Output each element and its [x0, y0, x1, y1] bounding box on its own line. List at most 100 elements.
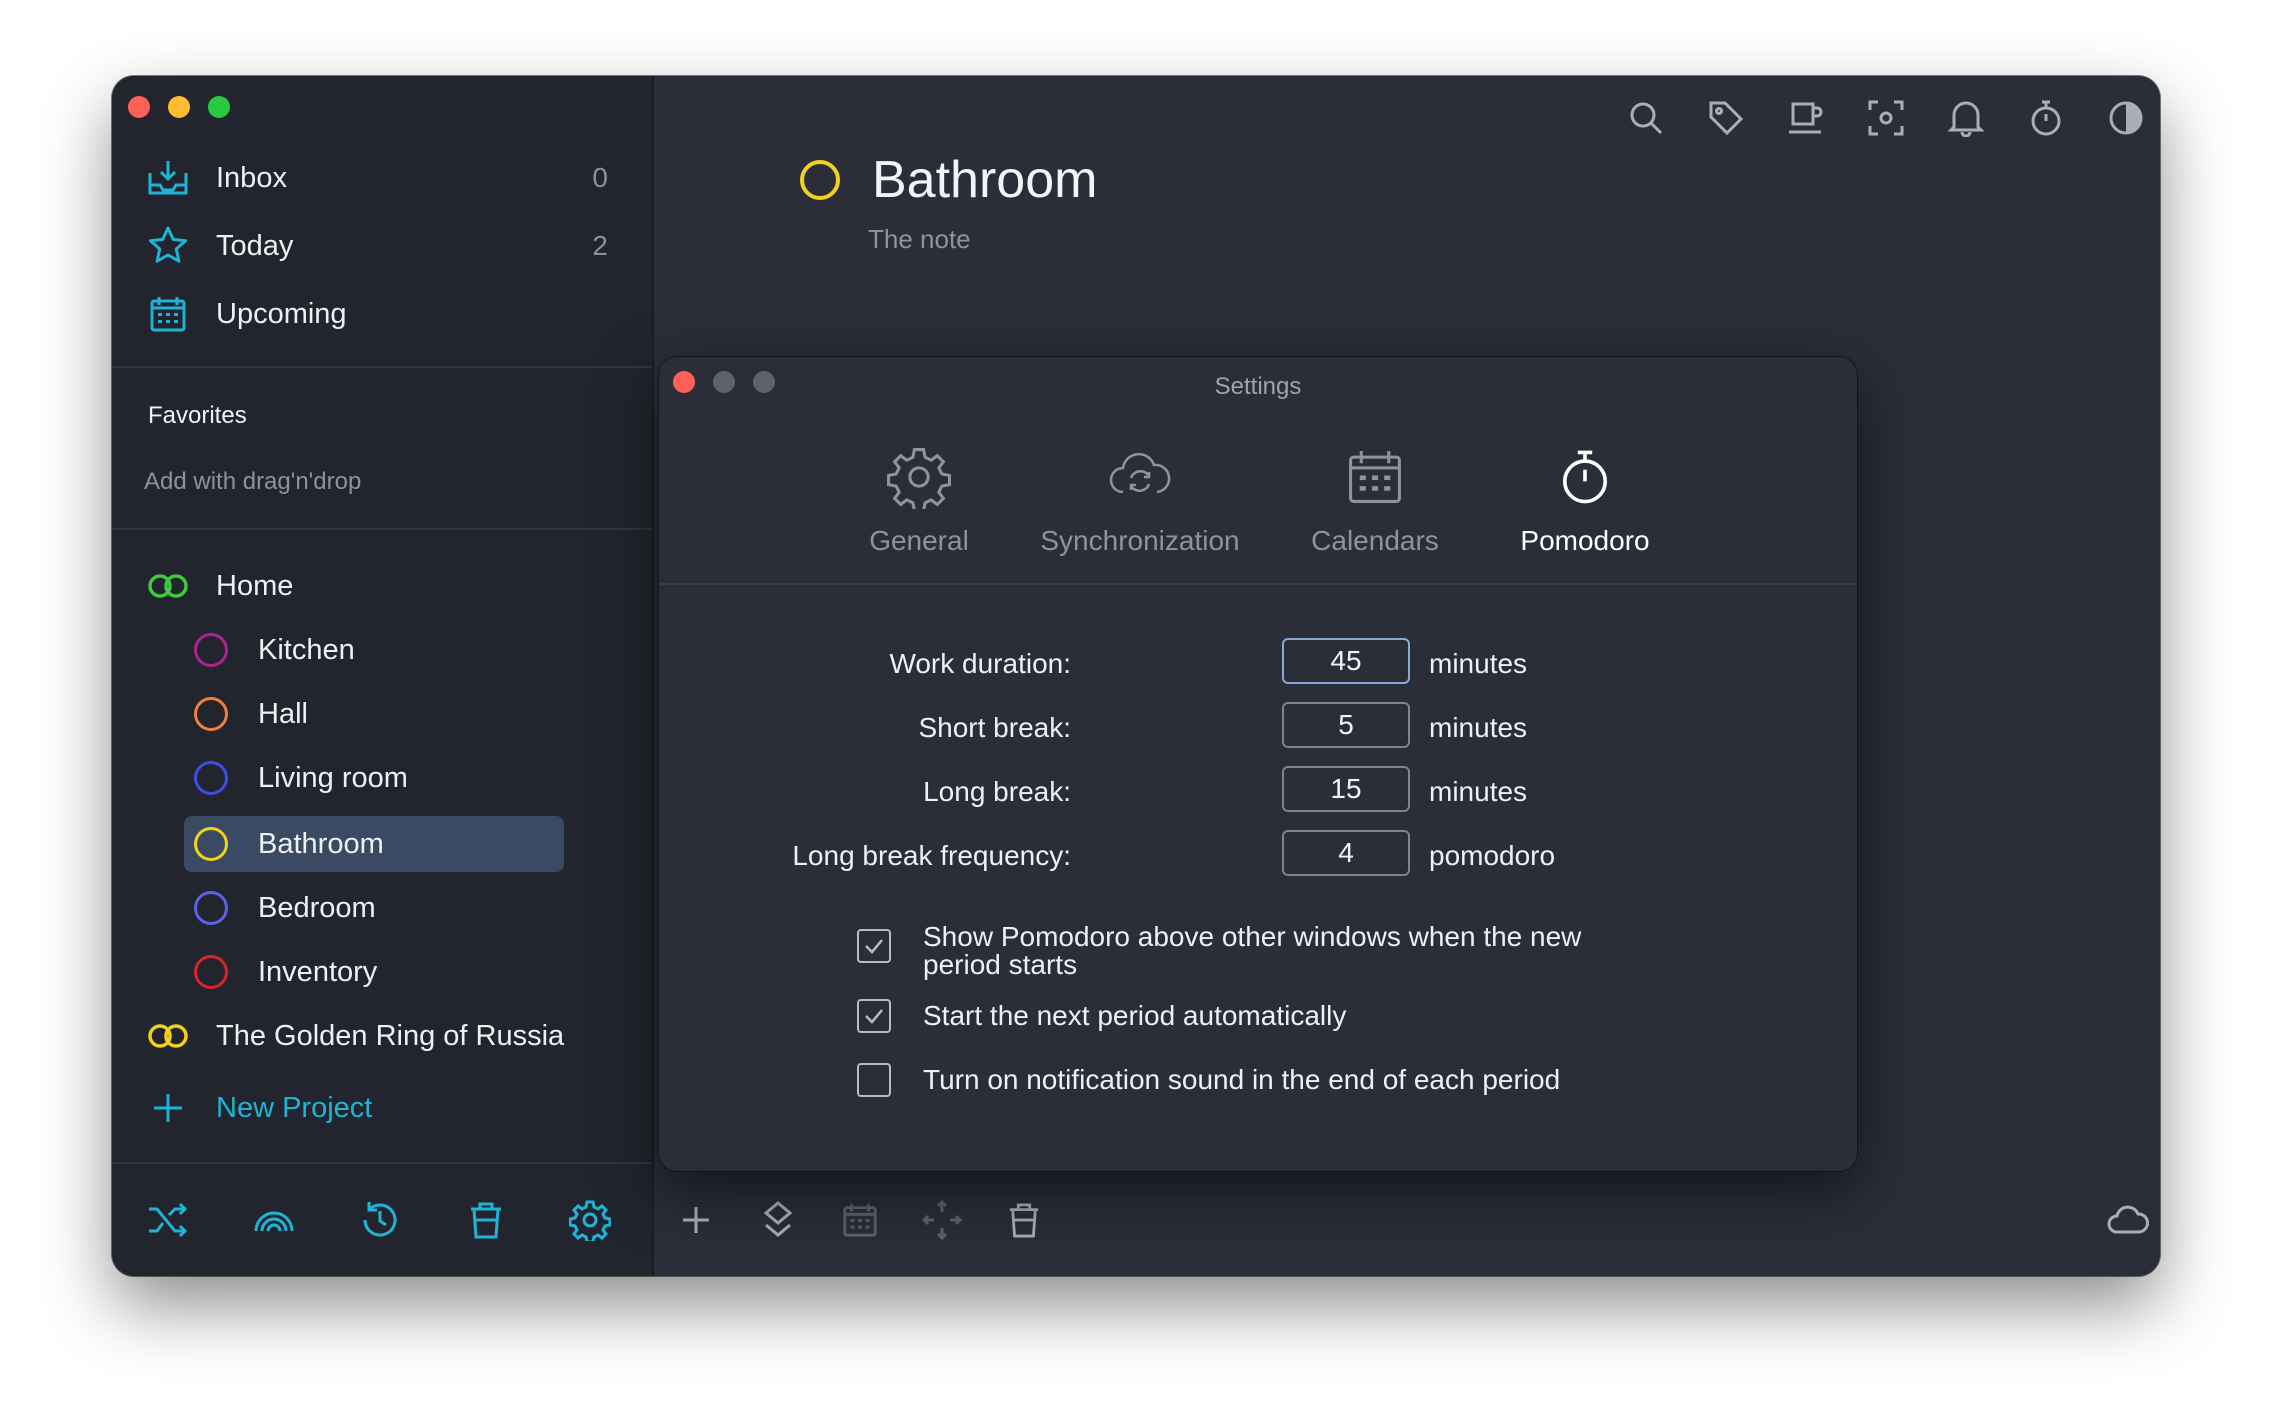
project-label: Bedroom: [258, 891, 376, 924]
cloud-icon[interactable]: [2106, 1198, 2150, 1242]
cloud-sync-icon: [1040, 437, 1240, 517]
move-icon[interactable]: [756, 1198, 800, 1242]
plus-icon[interactable]: [674, 1198, 718, 1242]
area-rings-icon: [146, 1023, 190, 1049]
star-icon: [146, 224, 190, 268]
notification-sound-label[interactable]: Turn on notification sound in the end of…: [923, 1066, 1643, 1097]
gear-icon: [819, 437, 1019, 517]
close-window-button[interactable]: [128, 96, 150, 118]
inbox-icon: [146, 156, 190, 200]
sidebar-divider: [112, 366, 652, 368]
project-label: The Golden Ring of Russia: [216, 1019, 565, 1052]
area-rings-icon: [146, 573, 190, 599]
rainbow-icon[interactable]: [252, 1198, 296, 1242]
calendar-icon: [1275, 437, 1475, 517]
tab-label: Pomodoro: [1520, 525, 1650, 556]
calendar-icon: [146, 292, 190, 336]
task-status-circle[interactable]: [800, 160, 840, 200]
sidebar-item-label: Upcoming: [216, 297, 347, 330]
tab-general[interactable]: General: [819, 437, 1019, 557]
project-label: Kitchen: [258, 633, 355, 666]
sidebar-item-inventory[interactable]: Inventory: [194, 944, 377, 1000]
auto-start-row: Start the next period automatically: [857, 999, 1643, 1033]
tab-calendars[interactable]: Calendars: [1275, 437, 1475, 557]
checkmark-icon: [865, 939, 883, 954]
trash-icon[interactable]: [1002, 1198, 1046, 1242]
auto-start-label[interactable]: Start the next period automatically: [923, 1002, 1643, 1033]
sidebar-item-living-room[interactable]: Living room: [194, 750, 408, 806]
long-break-frequency-input[interactable]: [1282, 830, 1410, 876]
tab-label: General: [869, 525, 969, 556]
new-project-button[interactable]: New Project: [146, 1080, 372, 1136]
dialog-title: Settings: [1214, 373, 1302, 400]
sidebar-item-kitchen[interactable]: Kitchen: [194, 622, 355, 678]
sidebar: Inbox 0 Today 2 Upcoming Favorites Add w: [112, 76, 654, 1276]
history-icon[interactable]: [358, 1198, 402, 1242]
sidebar-divider: [112, 528, 652, 530]
favorites-hint: Add with drag'n'drop: [144, 468, 362, 495]
sidebar-item-upcoming[interactable]: Upcoming: [146, 284, 646, 344]
work-duration-label: Work duration:: [889, 648, 1071, 679]
calendar-icon[interactable]: [838, 1198, 882, 1242]
sidebar-item-today[interactable]: Today 2: [146, 216, 646, 276]
short-break-unit: minutes: [1429, 712, 1528, 743]
sidebar-item-inbox[interactable]: Inbox 0: [146, 148, 646, 208]
zoom-window-button[interactable]: [208, 96, 230, 118]
coffee-cup-icon[interactable]: [1784, 96, 1828, 140]
favorites-title: Favorites: [148, 402, 247, 429]
long-break-unit: minutes: [1429, 776, 1528, 807]
tab-label: Calendars: [1311, 525, 1439, 556]
show-above-windows-checkbox[interactable]: [857, 929, 891, 963]
shuffle-icon[interactable]: [146, 1198, 190, 1242]
sidebar-toolbar: [112, 1162, 652, 1276]
bell-icon[interactable]: [1944, 96, 1988, 140]
show-above-windows-label[interactable]: Show Pomodoro above other windows when t…: [923, 923, 1643, 979]
short-break-row: Short break: minutes: [659, 702, 1857, 750]
short-break-input[interactable]: [1282, 702, 1410, 748]
project-circle-icon: [194, 633, 228, 667]
tag-icon[interactable]: [1704, 96, 1748, 140]
project-circle-icon: [194, 697, 228, 731]
auto-start-checkbox[interactable]: [857, 999, 891, 1033]
search-icon[interactable]: [1624, 96, 1668, 140]
sidebar-item-bathroom[interactable]: Bathroom: [194, 816, 384, 872]
new-project-label: New Project: [216, 1091, 373, 1124]
sidebar-item-hall[interactable]: Hall: [194, 686, 308, 742]
long-break-input[interactable]: [1282, 766, 1410, 812]
task-note[interactable]: The note: [868, 224, 971, 255]
trash-icon[interactable]: [464, 1198, 508, 1242]
tab-pomodoro[interactable]: Pomodoro: [1485, 437, 1685, 557]
arrows-expand-icon[interactable]: [920, 1198, 964, 1242]
project-label: Home: [216, 569, 294, 602]
sidebar-item-golden-ring[interactable]: The Golden Ring of Russia: [146, 1008, 564, 1064]
contrast-icon[interactable]: [2104, 96, 2148, 140]
tab-synchronization[interactable]: Synchronization: [1040, 437, 1240, 557]
project-circle-icon: [194, 827, 228, 861]
notification-sound-checkbox[interactable]: [857, 1063, 891, 1097]
sidebar-item-bedroom[interactable]: Bedroom: [194, 880, 376, 936]
minimize-window-button[interactable]: [168, 96, 190, 118]
work-duration-row: Work duration: minutes: [659, 638, 1857, 686]
task-title[interactable]: Bathroom: [872, 150, 1097, 210]
stopwatch-icon[interactable]: [2024, 96, 2068, 140]
today-count: 2: [592, 230, 608, 261]
sidebar-item-home[interactable]: Home: [146, 558, 293, 614]
gear-icon[interactable]: [568, 1198, 612, 1242]
short-break-label: Short break:: [918, 712, 1071, 743]
sidebar-item-label: Inbox: [216, 161, 287, 194]
focus-icon[interactable]: [1864, 96, 1908, 140]
work-duration-unit: minutes: [1429, 648, 1528, 679]
plus-icon: [146, 1092, 190, 1124]
long-break-label: Long break:: [923, 776, 1071, 807]
dialog-divider: [659, 583, 1857, 585]
work-duration-input[interactable]: [1282, 638, 1410, 684]
checkmark-icon: [865, 1009, 883, 1024]
long-break-row: Long break: minutes: [659, 766, 1857, 814]
long-break-frequency-label: Long break frequency:: [792, 840, 1071, 871]
app-window: Inbox 0 Today 2 Upcoming Favorites Add w: [112, 76, 2160, 1276]
settings-dialog: Settings General Synchronization Calenda…: [659, 357, 1857, 1171]
show-above-windows-row: Show Pomodoro above other windows when t…: [857, 923, 1643, 979]
project-circle-icon: [194, 955, 228, 989]
sidebar-item-label: Today: [216, 229, 294, 262]
notification-sound-row: Turn on notification sound in the end of…: [857, 1063, 1643, 1097]
